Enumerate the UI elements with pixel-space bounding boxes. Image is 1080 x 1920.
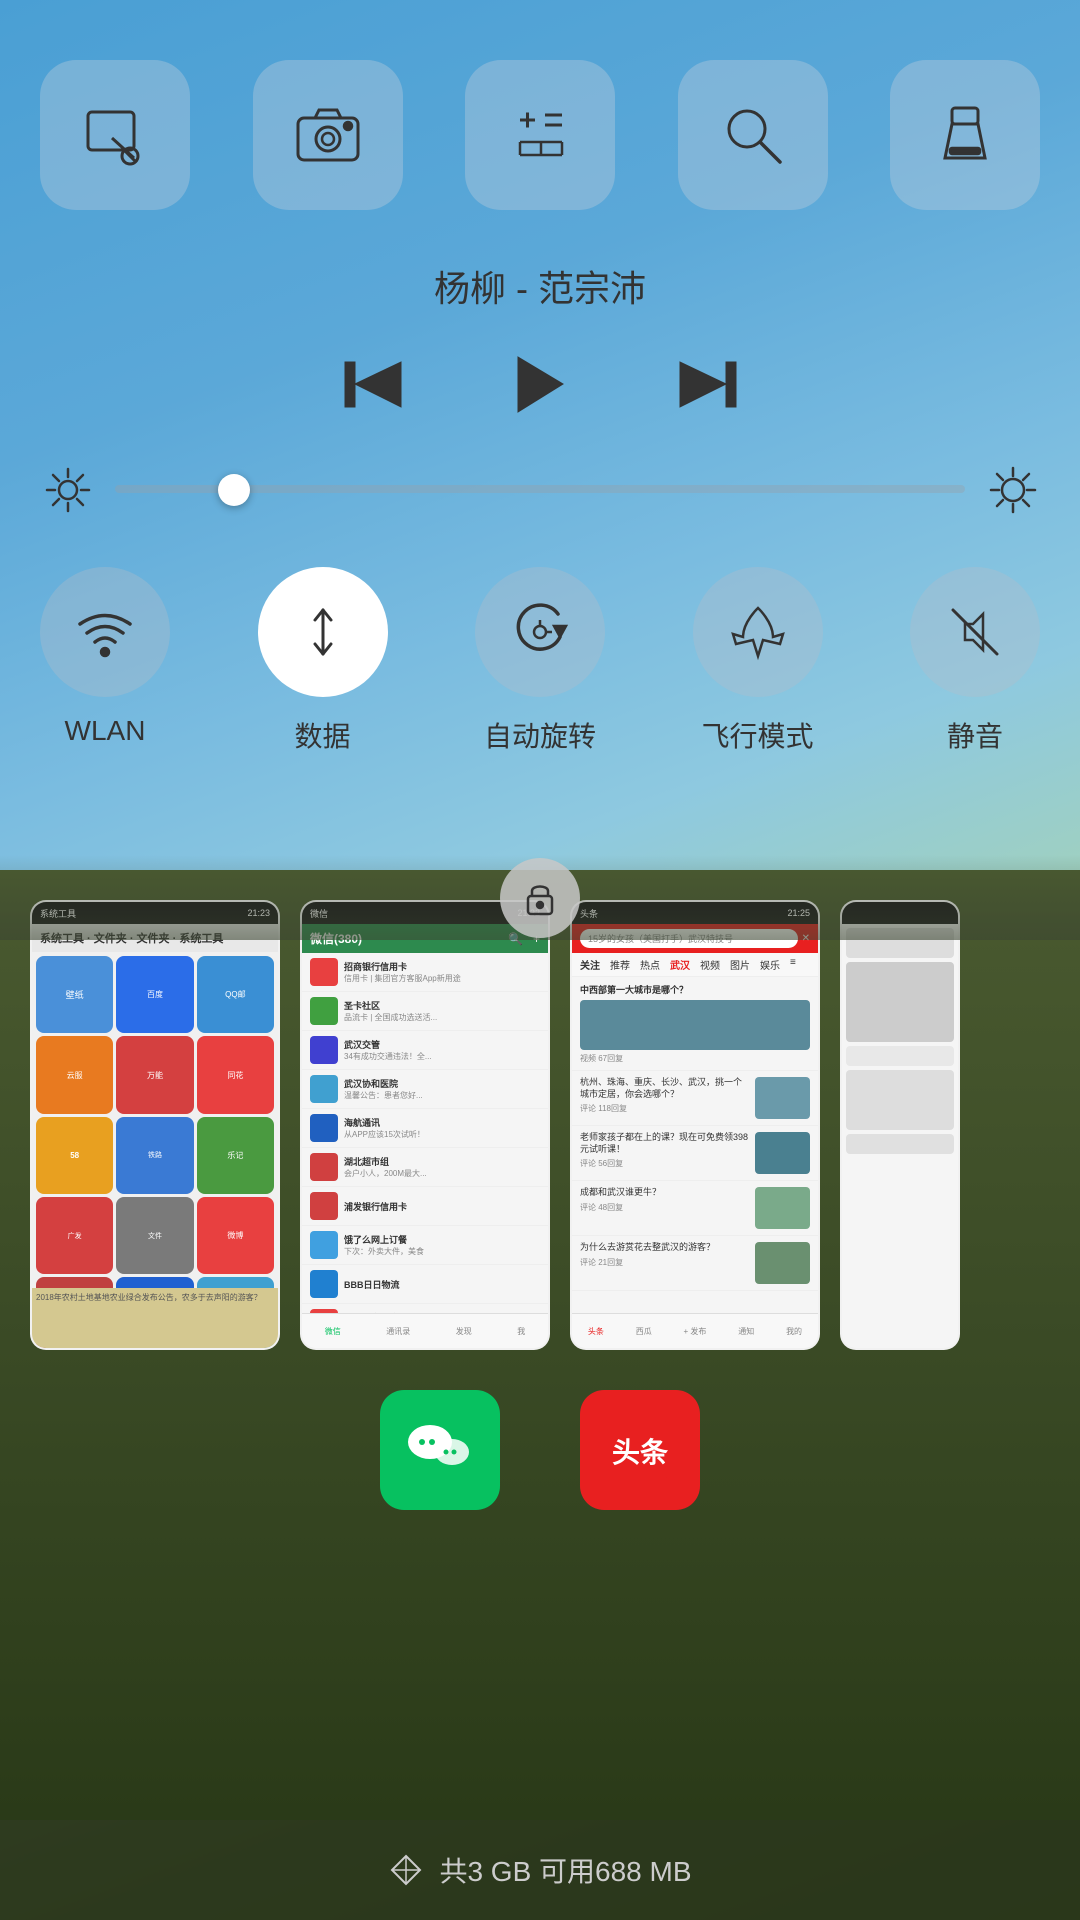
flashlight-button[interactable] <box>890 60 1040 210</box>
calculator-icon <box>505 100 575 170</box>
wlan-toggle[interactable]: WLAN <box>40 567 170 755</box>
silent-label: 静音 <box>947 715 1003 755</box>
app-card-partial[interactable] <box>840 900 960 1350</box>
music-title: 杨柳 - 范宗沛 <box>343 260 738 312</box>
memory-bar: 共3 GB 可用688 MB <box>0 1820 1080 1920</box>
svg-text:头条: 头条 <box>612 1437 668 1469</box>
wlan-label: WLAN <box>65 715 146 747</box>
toggles-row: WLAN 数据 <box>40 567 1040 755</box>
calculator-button[interactable] <box>465 60 615 210</box>
memory-text: 共3 GB 可用688 MB <box>439 1850 691 1890</box>
toutiao-dock-icon[interactable]: 头条 <box>580 1390 700 1510</box>
airplane-circle <box>693 567 823 697</box>
app-icon-baidu: 百度 <box>116 956 193 1033</box>
app-icon-58: 58 <box>36 1117 113 1194</box>
app-icon-wallpaper: 壁纸 <box>36 956 113 1033</box>
prev-icon <box>343 352 408 417</box>
app-icon-filemanager: 文件 <box>116 1197 193 1274</box>
brightness-low-icon <box>40 462 95 517</box>
wechat-dock-icon[interactable] <box>380 1390 500 1510</box>
data-circle <box>258 567 388 697</box>
music-player: 杨柳 - 范宗沛 <box>343 260 738 422</box>
lock-divider <box>0 855 1080 940</box>
app-card-wechat[interactable]: 微信 21:32 微信(380) 🔍 + 招商银行信用卡 信用卡 <box>300 900 550 1350</box>
data-label: 数据 <box>294 715 350 755</box>
next-button[interactable] <box>673 352 738 422</box>
rotate-circle <box>475 567 605 697</box>
lock-icon <box>520 878 560 918</box>
silent-circle <box>910 567 1040 697</box>
brightness-high-icon <box>985 462 1040 517</box>
flashlight-icon <box>930 100 1000 170</box>
app-icons-row: 头条 <box>0 1370 1080 1530</box>
rotate-label: 自动旋转 <box>484 715 596 755</box>
prev-button[interactable] <box>343 352 408 422</box>
lock-button[interactable] <box>500 858 580 938</box>
silent-toggle[interactable]: 静音 <box>910 567 1040 755</box>
app-icon-wubi: 万能 <box>116 1036 193 1113</box>
rotate-toggle[interactable]: 自动旋转 <box>475 567 605 755</box>
toutiao-logo: 头条 <box>600 1410 680 1490</box>
brightness-slider[interactable] <box>115 485 965 495</box>
brightness-row <box>40 462 1040 517</box>
screenshot-button[interactable] <box>40 60 190 210</box>
camera-icon <box>293 100 363 170</box>
quick-actions-row <box>40 60 1040 210</box>
brightness-thumb[interactable] <box>218 474 250 506</box>
rotate-icon <box>510 602 570 662</box>
next-icon <box>673 352 738 417</box>
data-icon <box>293 602 353 662</box>
silent-icon <box>945 602 1005 662</box>
app-cards-row: 系统工具 21:23 系统工具 · 文件夹 · 文件夹 · 系统工具 壁纸 百度… <box>0 900 1080 1360</box>
play-button[interactable] <box>508 352 573 422</box>
airplane-icon <box>728 602 788 662</box>
search-button[interactable] <box>678 60 828 210</box>
app-icon-ljs: 乐记 <box>197 1117 274 1194</box>
app-icon-12306: 铁路 <box>116 1117 193 1194</box>
data-toggle[interactable]: 数据 <box>258 567 388 755</box>
control-center-panel: 杨柳 - 范宗沛 <box>0 0 1080 870</box>
camera-button[interactable] <box>253 60 403 210</box>
airplane-label: 飞行模式 <box>701 715 813 755</box>
app-icon-weibo: 微博 <box>197 1197 274 1274</box>
app-icon-gf: 广发 <box>36 1197 113 1274</box>
wifi-icon <box>75 602 135 662</box>
memory-icon <box>388 1852 424 1888</box>
app-icon-tonghuashun: 同花 <box>197 1036 274 1113</box>
app-icon-qqmail: QQ邮 <box>197 956 274 1033</box>
airplane-toggle[interactable]: 飞行模式 <box>693 567 823 755</box>
search-icon <box>718 100 788 170</box>
wlan-circle <box>40 567 170 697</box>
screenshot-icon <box>80 100 150 170</box>
recent-apps-section: 系统工具 21:23 系统工具 · 文件夹 · 文件夹 · 系统工具 壁纸 百度… <box>0 870 1080 1820</box>
wechat-logo <box>400 1410 480 1490</box>
music-controls <box>343 352 738 422</box>
play-icon <box>508 352 573 417</box>
app-card-toutiao[interactable]: 头条 21:25 15岁的女孩（美国打手）武汉特技号 ✕ 关注 推荐 热点 武汉… <box>570 900 820 1350</box>
app-card-system-tools[interactable]: 系统工具 21:23 系统工具 · 文件夹 · 文件夹 · 系统工具 壁纸 百度… <box>30 900 280 1350</box>
app-icon-cloud: 云服 <box>36 1036 113 1113</box>
